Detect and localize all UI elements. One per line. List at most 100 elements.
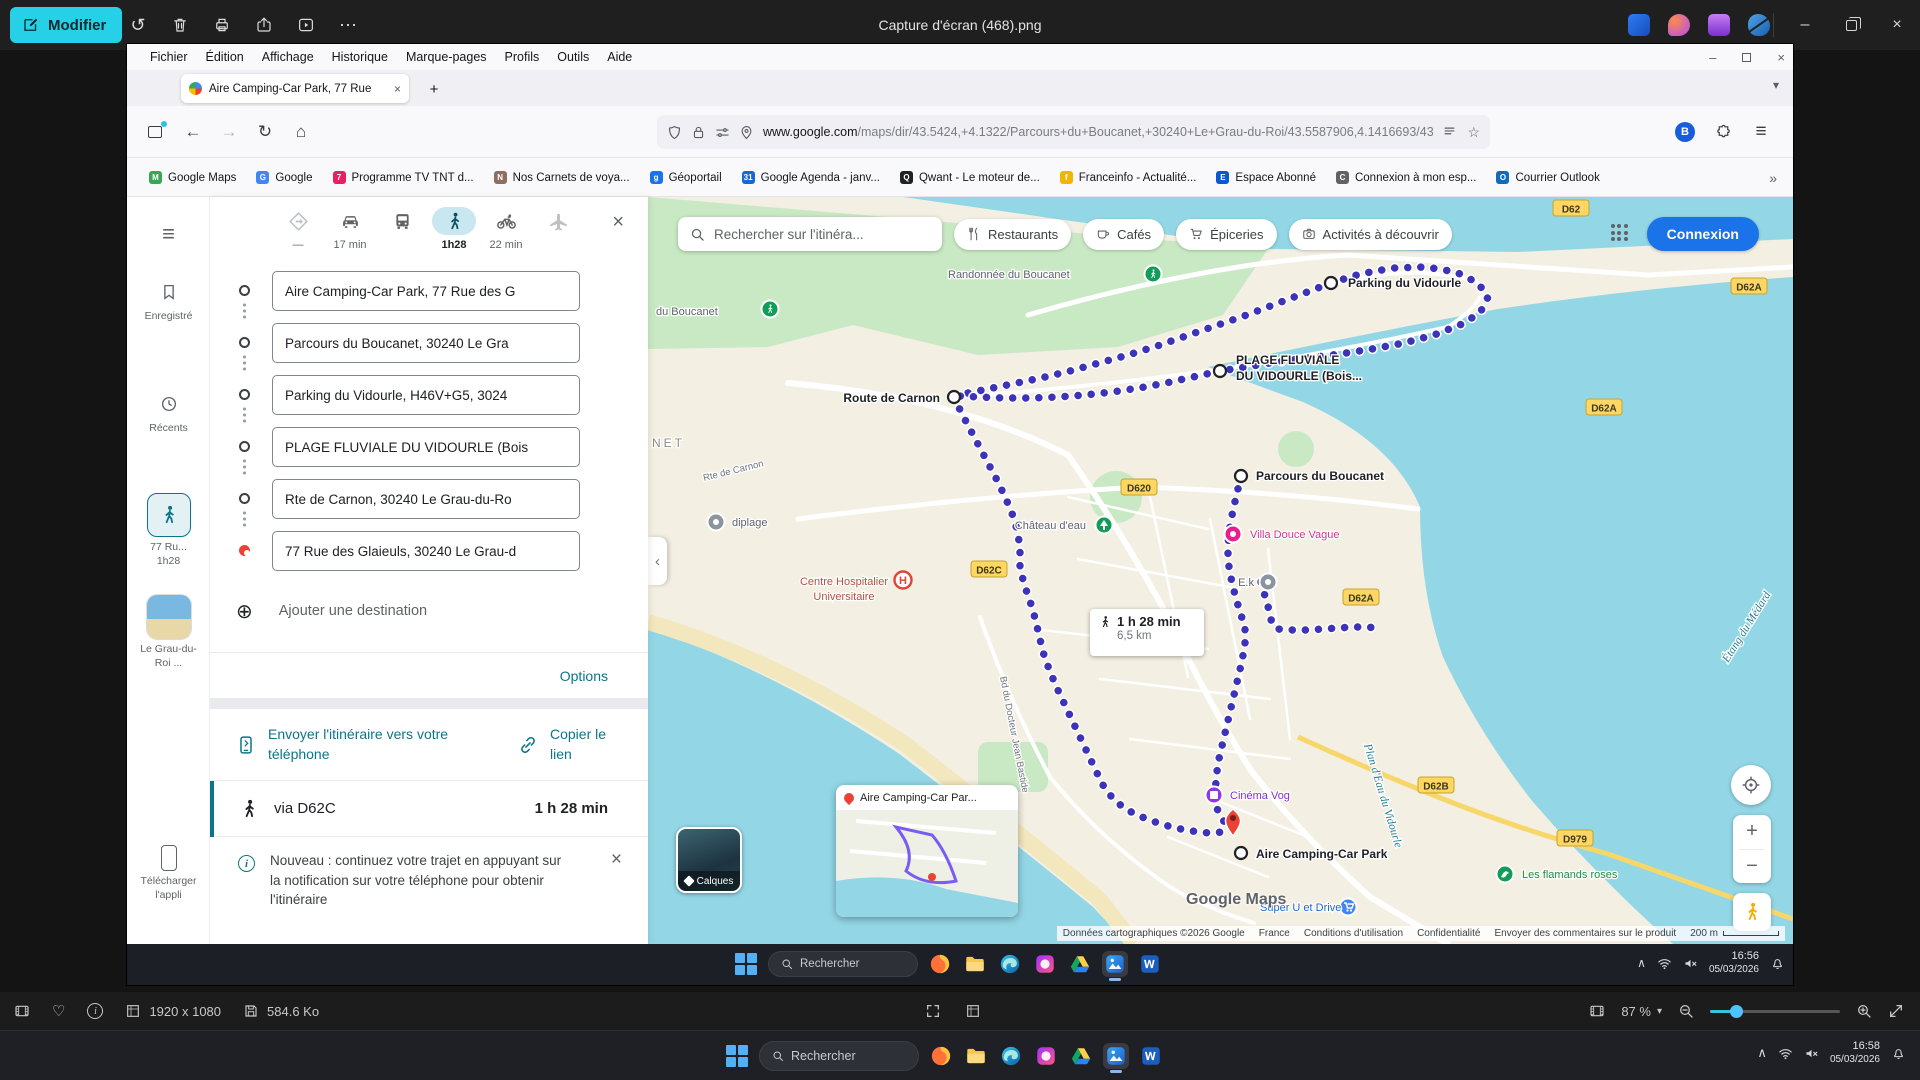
add-destination[interactable]: ⊕ Ajouter une destination (210, 589, 648, 633)
tab-close-icon[interactable]: × (394, 82, 401, 96)
close-directions-icon[interactable]: × (612, 211, 624, 234)
forward-icon[interactable]: → (215, 118, 243, 146)
bookmark-item[interactable]: E Espace Abonné (1208, 167, 1324, 188)
bookmarks-overflow-icon[interactable]: » (1769, 170, 1777, 186)
start-button[interactable] (724, 1043, 750, 1069)
restore-button[interactable] (1828, 0, 1874, 50)
waypoint-input[interactable]: Rte de Carnon, 30240 Le Grau-du-Ro (272, 479, 580, 519)
paint-app-icon[interactable] (1668, 14, 1690, 36)
menu-item[interactable]: Affichage (253, 47, 323, 67)
taskbar-search[interactable]: Rechercher (768, 951, 918, 977)
location-permission-icon[interactable] (739, 125, 754, 140)
share-icon[interactable] (254, 15, 274, 35)
reader-list-icon[interactable] (1442, 125, 1457, 140)
layers-button[interactable]: Calques (676, 827, 742, 893)
ff-close-button[interactable]: × (1777, 50, 1785, 65)
bitwarden-extension-icon[interactable]: B (1675, 122, 1695, 142)
menu-item[interactable]: Fichier (141, 47, 197, 67)
slideshow-icon[interactable] (296, 15, 316, 35)
copy-link[interactable]: Copier le lien (518, 709, 620, 781)
file-info-icon[interactable]: i (87, 1003, 103, 1019)
sign-in-button[interactable]: Connexion (1647, 217, 1759, 251)
rail-place-thumbnail[interactable]: Le Grau-du-Roi ... (127, 595, 210, 670)
zoom-out-button[interactable]: − (1733, 850, 1771, 884)
bookmark-item[interactable]: M Google Maps (141, 167, 244, 188)
tracking-shield-icon[interactable] (667, 125, 682, 140)
waypoint-input[interactable]: PLAGE FLUVIALE DU VIDOURLE (Bois (272, 427, 580, 467)
maps-menu-icon[interactable]: ≡ (127, 221, 210, 247)
dismiss-notification-icon[interactable]: × (611, 849, 622, 871)
bookmark-item[interactable]: N Nos Carnets de voya... (486, 167, 638, 188)
rail-recents[interactable]: Récents (127, 395, 210, 435)
messenger-app-icon[interactable] (1032, 951, 1058, 977)
photos-app-icon[interactable] (1103, 1043, 1129, 1069)
waypoint-input[interactable]: 77 Rue des Glaieuls, 30240 Le Grau-d (272, 531, 580, 571)
my-location-button[interactable] (1731, 765, 1771, 805)
drive-app-icon[interactable] (1068, 1043, 1094, 1069)
travel-mode[interactable]: 22 min (480, 207, 532, 252)
photos-app-icon[interactable] (1102, 951, 1128, 977)
menu-item[interactable]: Historique (323, 47, 397, 67)
waypoint-input[interactable]: Parcours du Boucanet, 30240 Le Gra (272, 323, 580, 363)
tray-chevron-icon[interactable]: ∧ (1637, 956, 1646, 970)
route-stop-marker[interactable] (1325, 277, 1337, 289)
tray-chevron-icon[interactable]: ∧ (1757, 1045, 1767, 1061)
reload-icon[interactable]: ↻ (251, 118, 279, 146)
edge-app-icon[interactable] (998, 1043, 1024, 1069)
zoom-out-icon[interactable] (1678, 1003, 1694, 1019)
explorer-app-icon[interactable] (963, 1043, 989, 1069)
close-button[interactable]: × (1874, 0, 1920, 50)
wifi-icon[interactable] (1657, 956, 1672, 971)
notifications-icon[interactable] (1770, 956, 1785, 971)
favorite-icon[interactable]: ♡ (52, 1002, 65, 1020)
permissions-icon[interactable] (715, 125, 730, 140)
zoom-slider[interactable] (1710, 1010, 1840, 1013)
volume-muted-icon[interactable] (1804, 1046, 1819, 1061)
notifications-icon[interactable] (1891, 1046, 1906, 1061)
extensions-icon[interactable] (1709, 118, 1737, 146)
actual-size-icon[interactable] (965, 1003, 981, 1019)
taskbar-clock[interactable]: 16:58 05/03/2026 (1830, 1040, 1880, 1066)
list-tabs-icon[interactable]: ▾ (1773, 78, 1779, 92)
fit-to-window-icon[interactable] (925, 1003, 941, 1019)
minimize-button[interactable]: – (1782, 0, 1828, 50)
onedrive-app-icon[interactable] (1748, 14, 1770, 36)
more-options-icon[interactable]: ⋯ (338, 15, 358, 35)
zoom-in-button[interactable]: + (1733, 815, 1771, 849)
edge-app-icon[interactable] (997, 951, 1023, 977)
edit-button[interactable]: Modifier (10, 7, 122, 43)
route-stop-marker[interactable] (1214, 365, 1226, 377)
back-icon[interactable]: ← (179, 118, 207, 146)
menu-item[interactable]: Aide (598, 47, 641, 67)
waypoint-input[interactable]: Aire Camping-Car Park, 77 Rue des G (272, 271, 580, 311)
bookmark-item[interactable]: Q Qwant - Le moteur de... (892, 167, 1048, 188)
menu-item[interactable]: Marque-pages (397, 47, 496, 67)
volume-muted-icon[interactable] (1683, 956, 1698, 971)
ff-restore-button[interactable] (1742, 53, 1751, 62)
lock-icon[interactable] (691, 125, 706, 140)
word-app-icon[interactable] (1137, 951, 1163, 977)
travel-mode[interactable]: 17 min (324, 207, 376, 252)
category-chip[interactable]: Épiceries (1176, 219, 1276, 250)
firefox-app-icon[interactable] (927, 951, 953, 977)
delete-icon[interactable] (170, 15, 190, 35)
attribution-link[interactable]: France (1259, 928, 1290, 939)
app-menu-icon[interactable]: ≡ (1747, 118, 1775, 146)
url-text[interactable]: www.google.com/maps/dir/43.5424,+4.1322/… (763, 125, 1433, 139)
url-bar[interactable]: www.google.com/maps/dir/43.5424,+4.1322/… (657, 115, 1490, 149)
word-app-icon[interactable] (1138, 1043, 1164, 1069)
route-stop-marker[interactable] (1235, 470, 1247, 482)
new-tab-button[interactable]: + (423, 78, 445, 100)
rotate-icon[interactable]: ↺ (128, 15, 148, 35)
firefox-view-icon[interactable] (141, 118, 169, 146)
rail-saved[interactable]: Enregistré (127, 283, 210, 323)
drive-app-icon[interactable] (1067, 951, 1093, 977)
route-summary[interactable]: via D62C 1 h 28 min (210, 781, 648, 837)
menu-item[interactable]: Profils (496, 47, 549, 67)
zoom-level-dropdown[interactable]: 87 % ▾ (1621, 1004, 1662, 1019)
route-stop-marker[interactable] (1235, 847, 1247, 859)
zoom-slider-knob[interactable] (1730, 1005, 1743, 1018)
fullscreen-icon[interactable] (1888, 1003, 1904, 1019)
attribution-link[interactable]: Confidentialité (1417, 928, 1480, 939)
waypoint-input[interactable]: Parking du Vidourle, H46V+G5, 3024 (272, 375, 580, 415)
